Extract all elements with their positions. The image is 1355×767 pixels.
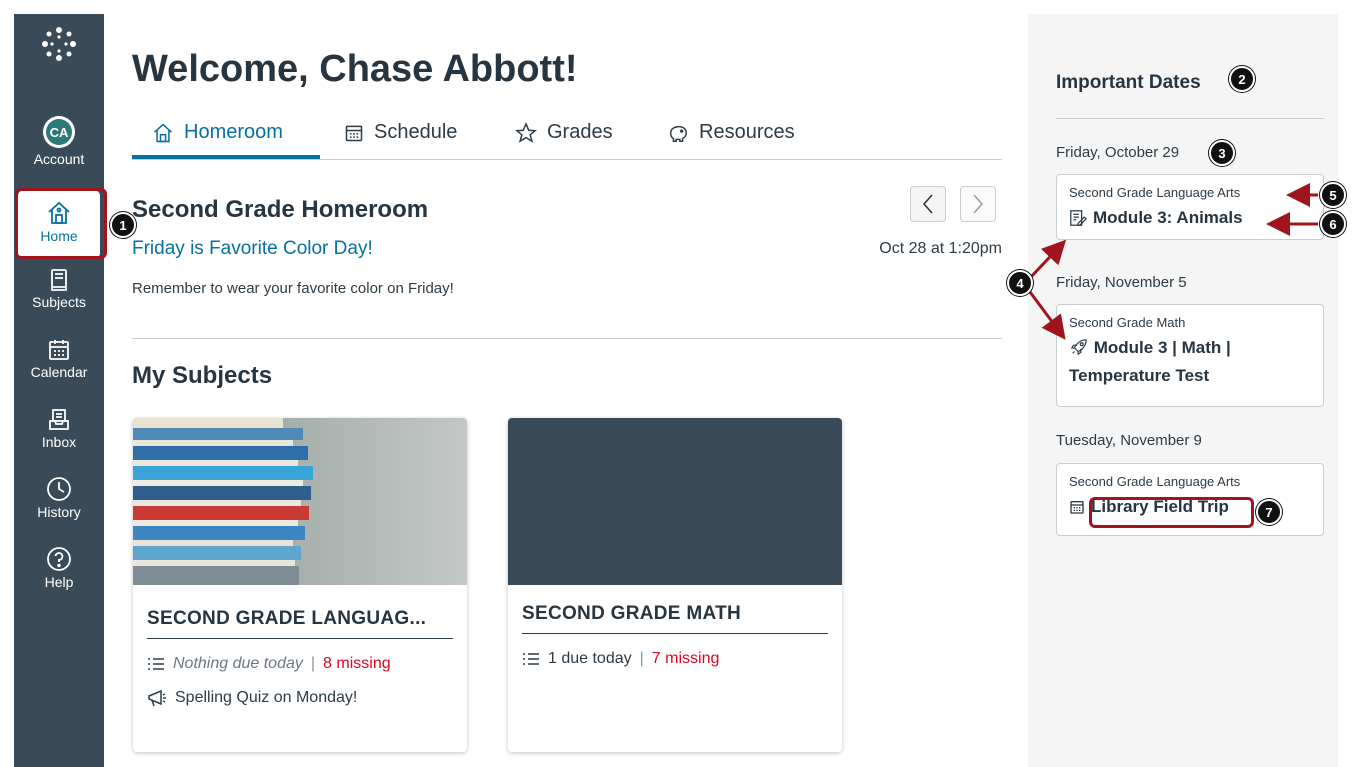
- chevron-right-icon: [973, 194, 984, 214]
- page-title: Welcome, Chase Abbott!: [132, 48, 578, 90]
- dashboard-tabs: Homeroom Schedule Grades Resources: [132, 118, 1002, 160]
- clock-icon: [47, 477, 71, 501]
- important-dates-panel: Important Dates Friday, October 29 Secon…: [1028, 14, 1338, 767]
- course-name: Second Grade Language Arts: [1069, 185, 1241, 200]
- tab-homeroom[interactable]: Homeroom: [152, 121, 283, 144]
- announcement-link[interactable]: Friday is Favorite Color Day!: [132, 238, 373, 260]
- calendar-icon: [49, 340, 69, 360]
- nav-account-label: Account: [33, 151, 85, 167]
- home-highlight-outline: [15, 188, 107, 259]
- next-announcement-button[interactable]: [960, 186, 996, 222]
- callout-badge-7: 7: [1256, 499, 1282, 525]
- course-name: Second Grade Math: [1069, 315, 1186, 330]
- course-name: Second Grade Language Arts: [1069, 474, 1241, 489]
- nav-inbox[interactable]: Inbox: [14, 408, 104, 450]
- important-date-item[interactable]: Second Grade Language Arts Module 3: Ani…: [1056, 174, 1324, 240]
- megaphone-icon: [148, 689, 166, 707]
- subject-card-math[interactable]: SECOND GRADE MATH 1 due today | 7 missin…: [508, 418, 842, 752]
- piggy-bank-icon: [669, 125, 687, 142]
- nav-history[interactable]: History: [14, 476, 104, 520]
- nav-help-label: Help: [44, 574, 74, 590]
- callout-badge-3: 3: [1209, 140, 1235, 166]
- nav-help[interactable]: Help: [14, 546, 104, 590]
- my-subjects-title: My Subjects: [132, 362, 273, 389]
- calendar-icon: [345, 125, 363, 141]
- important-dates-title: Important Dates: [1056, 72, 1201, 93]
- canvas-logo-icon[interactable]: [41, 26, 77, 62]
- nav-account[interactable]: CA Account: [14, 116, 104, 167]
- chevron-left-icon: [922, 194, 933, 214]
- list-icon: [148, 658, 164, 670]
- date-heading: Friday, November 5: [1056, 274, 1187, 291]
- subject-name[interactable]: SECOND GRADE LANGUAG...: [147, 608, 453, 639]
- inbox-icon: [49, 409, 69, 430]
- nav-calendar[interactable]: Calendar: [14, 338, 104, 380]
- active-tab-indicator: [132, 155, 320, 159]
- callout-badge-6: 6: [1320, 211, 1346, 237]
- subject-name[interactable]: SECOND GRADE MATH: [522, 603, 828, 634]
- date-heading: Tuesday, November 9: [1056, 432, 1202, 449]
- global-nav: CA Account Home Subjects Calendar Inbox …: [14, 14, 104, 767]
- missing-count[interactable]: 7 missing: [652, 650, 720, 668]
- event-title[interactable]: Module 3 | Math | Temperature Test: [1069, 338, 1231, 385]
- assignment-icon: [1070, 210, 1087, 226]
- list-icon: [523, 653, 539, 665]
- callout-badge-4: 4: [1007, 270, 1033, 296]
- nav-subjects-label: Subjects: [32, 294, 86, 310]
- calendar-icon: [1070, 501, 1084, 514]
- homeroom-title: Second Grade Homeroom: [132, 196, 429, 223]
- help-icon: [47, 547, 71, 571]
- rocket-icon: [1070, 339, 1087, 356]
- date-heading: Friday, October 29: [1056, 144, 1180, 161]
- announcement-body: Remember to wear your favorite color on …: [132, 280, 454, 297]
- tab-schedule[interactable]: Schedule: [344, 121, 457, 144]
- tab-resources[interactable]: Resources: [667, 121, 795, 144]
- avatar: CA: [43, 116, 75, 148]
- divider: [1056, 118, 1324, 119]
- callout-badge-2: 2: [1229, 66, 1255, 92]
- important-date-item[interactable]: Second Grade Math Module 3 | Math | Temp…: [1056, 304, 1324, 407]
- course-color-header: [508, 418, 842, 585]
- book-icon: [51, 269, 67, 291]
- nav-subjects[interactable]: Subjects: [14, 268, 104, 310]
- subject-card-language-arts[interactable]: SECOND GRADE LANGUAG... Nothing due toda…: [133, 418, 467, 752]
- subject-status: Nothing due today | 8 missing: [147, 655, 453, 673]
- missing-count[interactable]: 8 missing: [323, 655, 391, 673]
- subject-status: 1 due today | 7 missing: [522, 650, 828, 668]
- nav-inbox-label: Inbox: [41, 434, 77, 450]
- subject-announcement[interactable]: Spelling Quiz on Monday!: [147, 689, 453, 707]
- home-icon: [154, 123, 172, 142]
- star-icon: [515, 121, 537, 143]
- callout-badge-5: 5: [1320, 182, 1346, 208]
- nav-history-label: History: [37, 504, 81, 520]
- previous-announcement-button[interactable]: [910, 186, 946, 222]
- divider: [132, 338, 1002, 339]
- library-trip-highlight-outline: [1089, 497, 1254, 528]
- books-image: [133, 418, 467, 585]
- event-title[interactable]: Module 3: Animals: [1093, 204, 1243, 232]
- nav-calendar-label: Calendar: [30, 364, 88, 380]
- announcement-date: Oct 28 at 1:20pm: [879, 240, 1002, 257]
- tab-grades[interactable]: Grades: [515, 121, 613, 144]
